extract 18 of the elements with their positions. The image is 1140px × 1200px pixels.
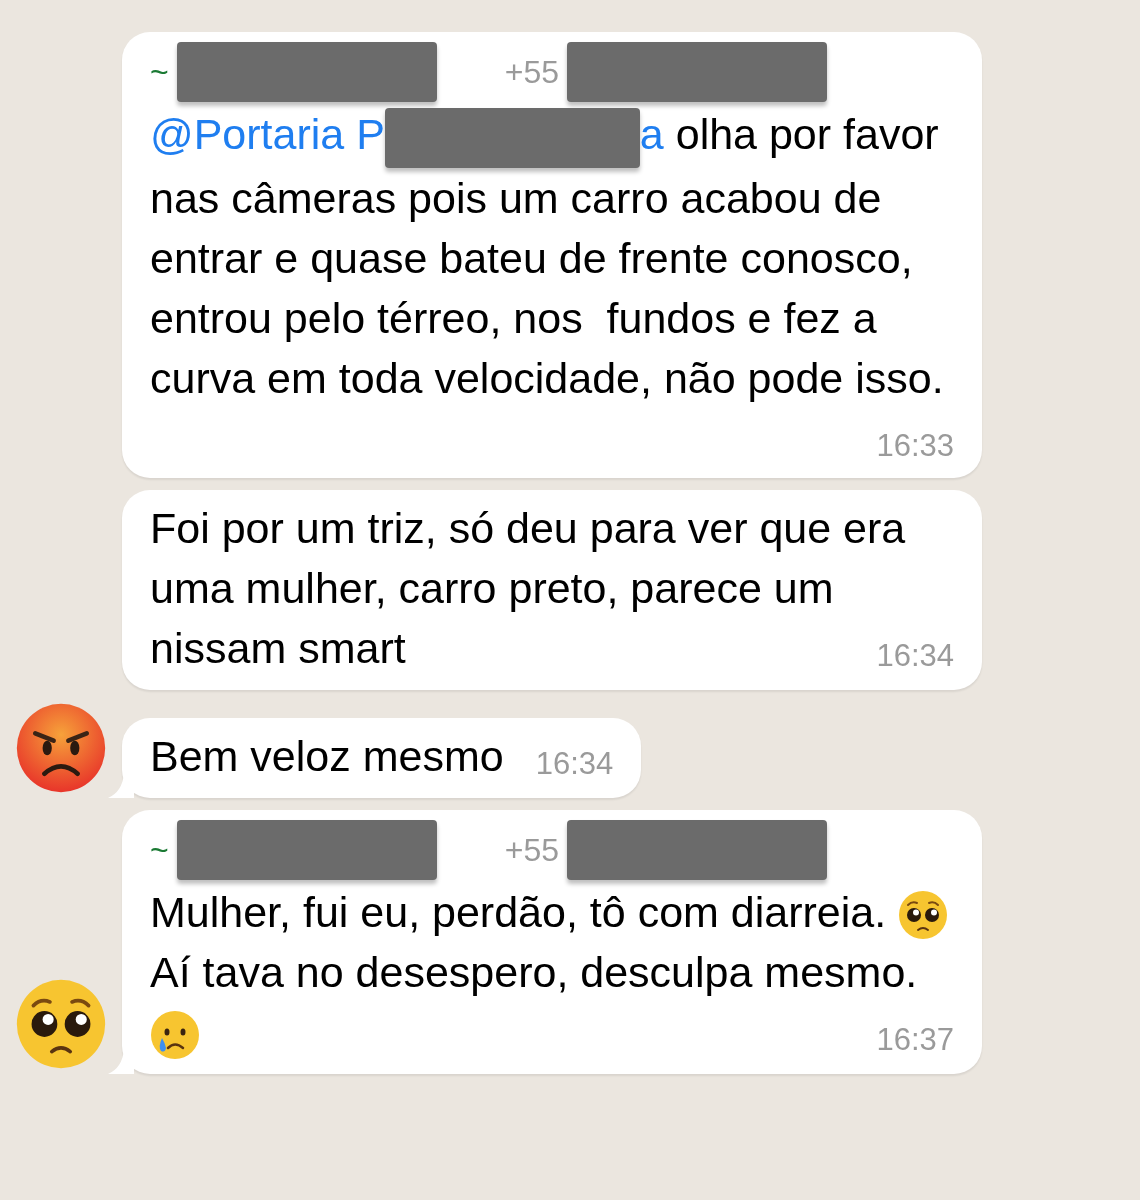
mention-link[interactable]: @Portaria P [150,110,385,158]
sender-phone: +55 [504,53,559,92]
mention-link[interactable]: a [639,110,664,158]
sender-phone: +55 [504,830,559,870]
sender-tilde: ~ [150,830,169,870]
message-text: Bem veloz mesmo 16:34 [150,725,614,786]
message-time: 16:33 [876,426,954,465]
message-time: 16:37 [876,1020,954,1059]
pleading-face-icon [898,890,949,941]
message-time: 16:34 [876,636,954,675]
message-time: 16:34 [535,744,614,783]
sender-tilde: ~ [150,53,169,92]
message-text: Mulher, fui eu, perdão, tô com diarreia. [150,881,954,942]
pleading-face-icon [15,977,107,1070]
message-text: Foi por um triz, só deu para ver que era uma mulher, carro preto, parece um nissam smart 16:34 [150,497,954,678]
message-text: Aí tava no desespero, desculpa mesmo. 16:37 [150,941,954,1062]
angry-face-icon [15,701,107,794]
crying-face-icon [150,1010,200,1061]
